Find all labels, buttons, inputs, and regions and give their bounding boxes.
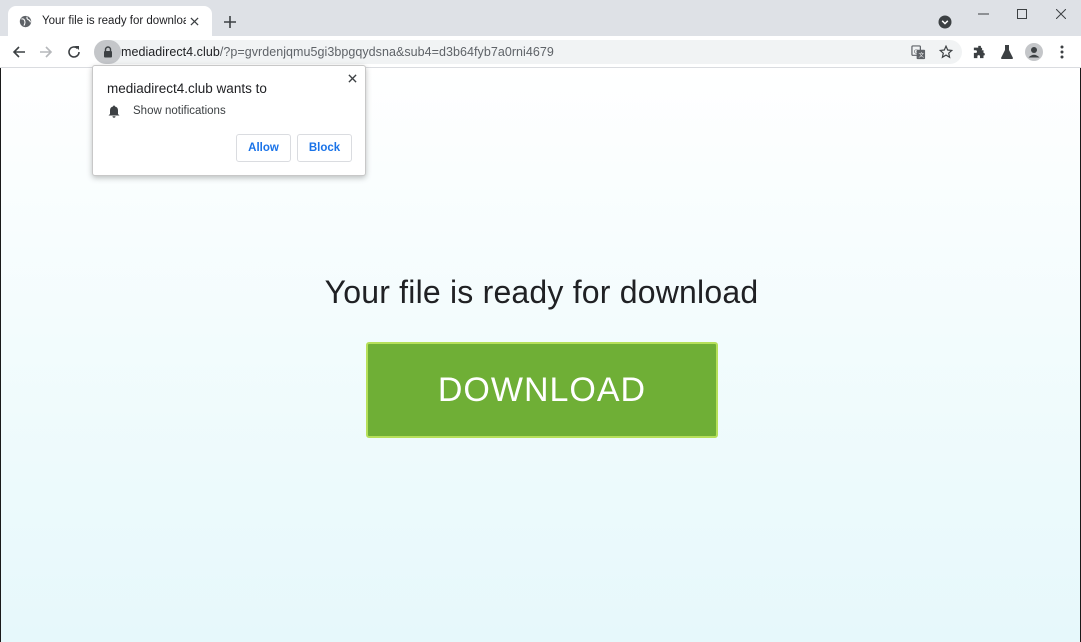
maximize-icon[interactable] [1010,3,1034,25]
address-bar[interactable]: mediadirect4.club/?p=gvrdenjqmu5gi3bpgqy… [94,40,962,64]
popup-title: mediadirect4.club wants to [107,81,267,96]
permission-label: Show notifications [133,105,226,117]
svg-text:文: 文 [918,51,924,59]
notification-permission-popup: mediadirect4.club wants to Show notifica… [92,65,366,176]
tab-close-icon[interactable] [186,13,202,29]
allow-button[interactable]: Allow [236,134,291,162]
new-tab-icon[interactable] [220,12,240,32]
download-button-label: DOWNLOAD [437,370,647,409]
download-button[interactable]: DOWNLOAD [366,342,718,438]
menu-icon[interactable] [1052,42,1072,62]
url-text[interactable]: mediadirect4.club/?p=gvrdenjqmu5gi3bpgqy… [121,45,554,59]
tab-strip: Your file is ready for download [0,0,1081,36]
minimize-icon[interactable] [971,3,995,25]
bell-icon [107,104,121,118]
close-icon[interactable] [1049,3,1073,25]
url-path: /?p=gvrdenjqmu5gi3bpgqydsna&sub4=d3b64fy… [219,45,554,59]
browser-tab[interactable]: Your file is ready for download [8,6,212,36]
svg-text:G: G [913,49,917,55]
back-icon[interactable] [8,41,30,63]
tab-search-icon[interactable] [936,13,954,31]
block-button[interactable]: Block [297,134,352,162]
tab-title: Your file is ready for download [42,15,186,27]
popup-close-icon[interactable] [345,71,359,85]
reload-icon[interactable] [63,41,85,63]
translate-icon[interactable]: G文 [909,43,927,61]
permission-row: Show notifications [107,104,226,118]
extensions-icon[interactable] [970,42,990,62]
page-headline: Your file is ready for download [324,274,759,310]
globe-icon [18,14,32,28]
url-host: mediadirect4.club [121,45,220,59]
labs-icon[interactable] [997,42,1017,62]
toolbar: mediadirect4.club/?p=gvrdenjqmu5gi3bpgqy… [0,36,1081,68]
lock-icon[interactable] [94,40,121,64]
star-icon[interactable] [937,43,955,61]
forward-icon[interactable] [35,41,57,63]
profile-icon[interactable] [1024,42,1044,62]
